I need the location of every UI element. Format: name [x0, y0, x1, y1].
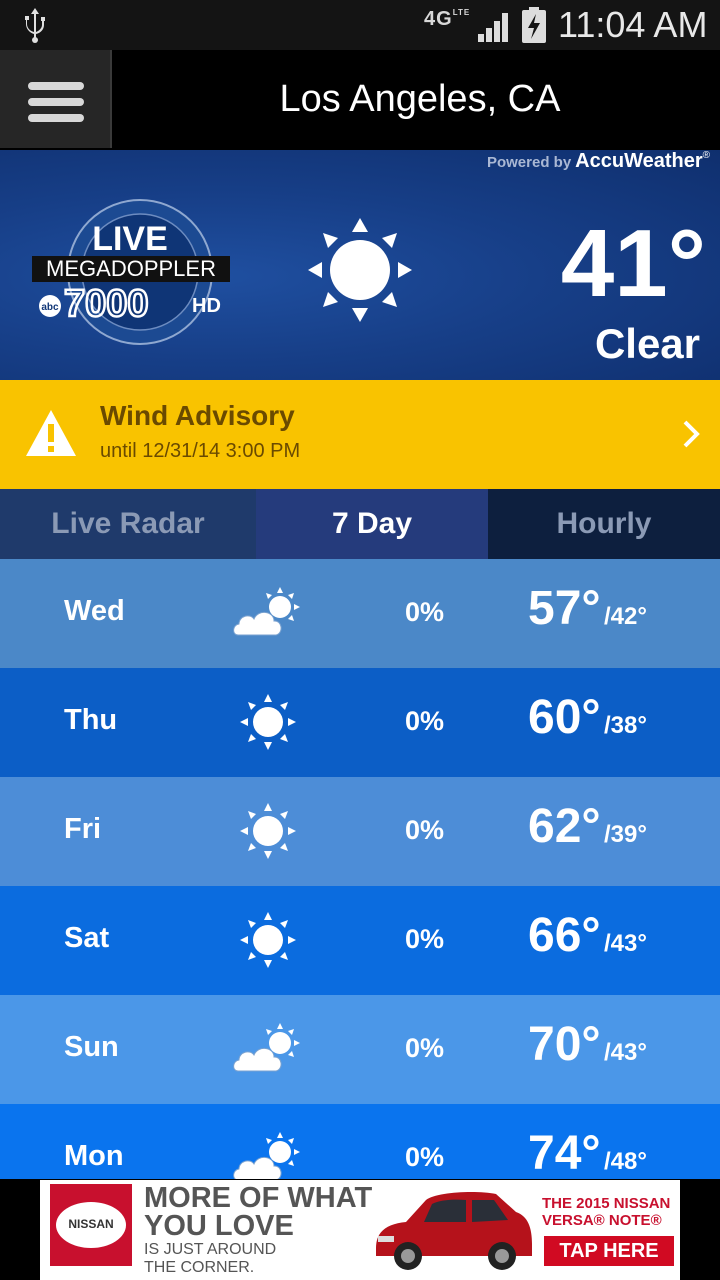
partly-cloudy-icon: [230, 1019, 306, 1079]
sun-icon: [230, 801, 306, 861]
ad-subtext-2: THE CORNER.: [144, 1259, 255, 1276]
nissan-logo: NISSAN: [50, 1184, 132, 1266]
svg-text:MEGADOPPLER: MEGADOPPLER: [46, 256, 216, 281]
car-image: [376, 1192, 532, 1270]
forecast-precip: 0%: [405, 1033, 445, 1063]
forecast-low: /43°: [604, 930, 647, 957]
forecast-low: /48°: [604, 1148, 647, 1175]
forecast-low: /42°: [604, 603, 647, 630]
svg-text:HD: HD: [192, 295, 221, 317]
forecast-row[interactable]: Thu 0% 60°/38°: [0, 668, 720, 777]
forecast-high: 66°: [528, 909, 601, 962]
forecast-row[interactable]: Mon 0% 74°/48°: [0, 1104, 720, 1179]
forecast-low: /39°: [604, 821, 647, 848]
forecast-high: 62°: [528, 800, 601, 853]
current-condition: Clear: [594, 320, 700, 367]
forecast-precip: 0%: [405, 815, 445, 845]
forecast-row[interactable]: Fri 0% 62°/39°: [0, 777, 720, 886]
tab-hourly[interactable]: Hourly: [488, 489, 720, 559]
svg-text:LIVE: LIVE: [92, 220, 168, 258]
forecast-row[interactable]: Wed 0% 57°/42°: [0, 559, 720, 668]
forecast-low: /43°: [604, 1039, 647, 1066]
ad-model-line-1: THE 2015 NISSAN: [542, 1195, 671, 1212]
sun-icon: [308, 218, 412, 322]
ad-subtext: IS JUST AROUND: [144, 1241, 277, 1258]
network-indicator: 4GLTE: [424, 8, 471, 30]
tab-bar: Live Radar 7 Day Hourly: [0, 489, 720, 559]
svg-text:abc: abc: [41, 302, 59, 313]
forecast-precip: 0%: [405, 1142, 445, 1172]
sun-icon: [230, 692, 306, 752]
forecast-precip: 0%: [405, 597, 445, 627]
megadoppler-logo: LIVE MEGADOPPLER abc 7000 HD: [32, 199, 230, 345]
signal-icon: [478, 13, 508, 42]
alert-title: Wind Advisory: [100, 400, 295, 431]
partly-cloudy-icon: [230, 1128, 306, 1179]
forecast-high: 70°: [528, 1018, 601, 1071]
tab-7-day[interactable]: 7 Day: [256, 489, 488, 559]
ad-banner[interactable]: NISSAN MORE OF WHAT YOU LOVE IS JUST ARO…: [40, 1180, 680, 1280]
usb-icon: [25, 8, 45, 43]
app-bar: Los Angeles, CA: [0, 50, 720, 150]
forecast-high: 74°: [528, 1127, 601, 1179]
battery-charging-icon: [522, 7, 546, 43]
forecast-low: /38°: [604, 712, 647, 739]
clock: 11:04 AM: [558, 4, 708, 45]
weather-alert-banner[interactable]: Wind Advisory until 12/31/14 3:00 PM: [0, 380, 720, 489]
ad-headline-2: YOU LOVE: [144, 1210, 294, 1242]
ad-headline: MORE OF WHAT: [144, 1182, 373, 1214]
powered-by-accuweather: Powered by AccuWeather®: [486, 150, 710, 172]
svg-text:7000: 7000: [64, 283, 149, 325]
forecast-day: Fri: [64, 813, 102, 845]
forecast-precip: 0%: [405, 706, 445, 736]
forecast-precip: 0%: [405, 924, 445, 954]
forecast-day: Mon: [64, 1140, 124, 1172]
forecast-row[interactable]: Sat 0% 66°/43°: [0, 886, 720, 995]
warning-icon: [26, 410, 76, 456]
location-title[interactable]: Los Angeles, CA: [120, 78, 720, 121]
partly-cloudy-icon: [230, 583, 306, 643]
forecast-high: 60°: [528, 691, 601, 744]
chevron-right-icon: [683, 420, 700, 448]
ad-model-line-2: VERSA® NOTE®: [542, 1212, 662, 1229]
status-bar: 4GLTE 11:04 AM: [0, 0, 720, 50]
forecast-high: 57°: [528, 582, 601, 635]
alert-subtitle: until 12/31/14 3:00 PM: [100, 440, 301, 462]
current-conditions: Powered by AccuWeather® LIVE MEGADOPPLER …: [0, 150, 720, 380]
forecast-day: Sat: [64, 922, 110, 954]
menu-button[interactable]: [0, 50, 112, 148]
forecast-day: Thu: [64, 704, 118, 736]
ad-tap-here-button[interactable]: TAP HERE: [544, 1236, 674, 1266]
forecast-day: Wed: [64, 595, 125, 627]
current-temperature: 41°: [560, 210, 706, 317]
forecast-day: Sun: [64, 1031, 119, 1063]
sun-icon: [230, 910, 306, 970]
forecast-list[interactable]: Wed 0% 57°/42° Thu 0% 60°/38° Fri 0% 62°/39° Sat 0…: [0, 559, 720, 1179]
tab-live-radar[interactable]: Live Radar: [0, 489, 256, 559]
forecast-row[interactable]: Sun 0% 70°/43°: [0, 995, 720, 1104]
